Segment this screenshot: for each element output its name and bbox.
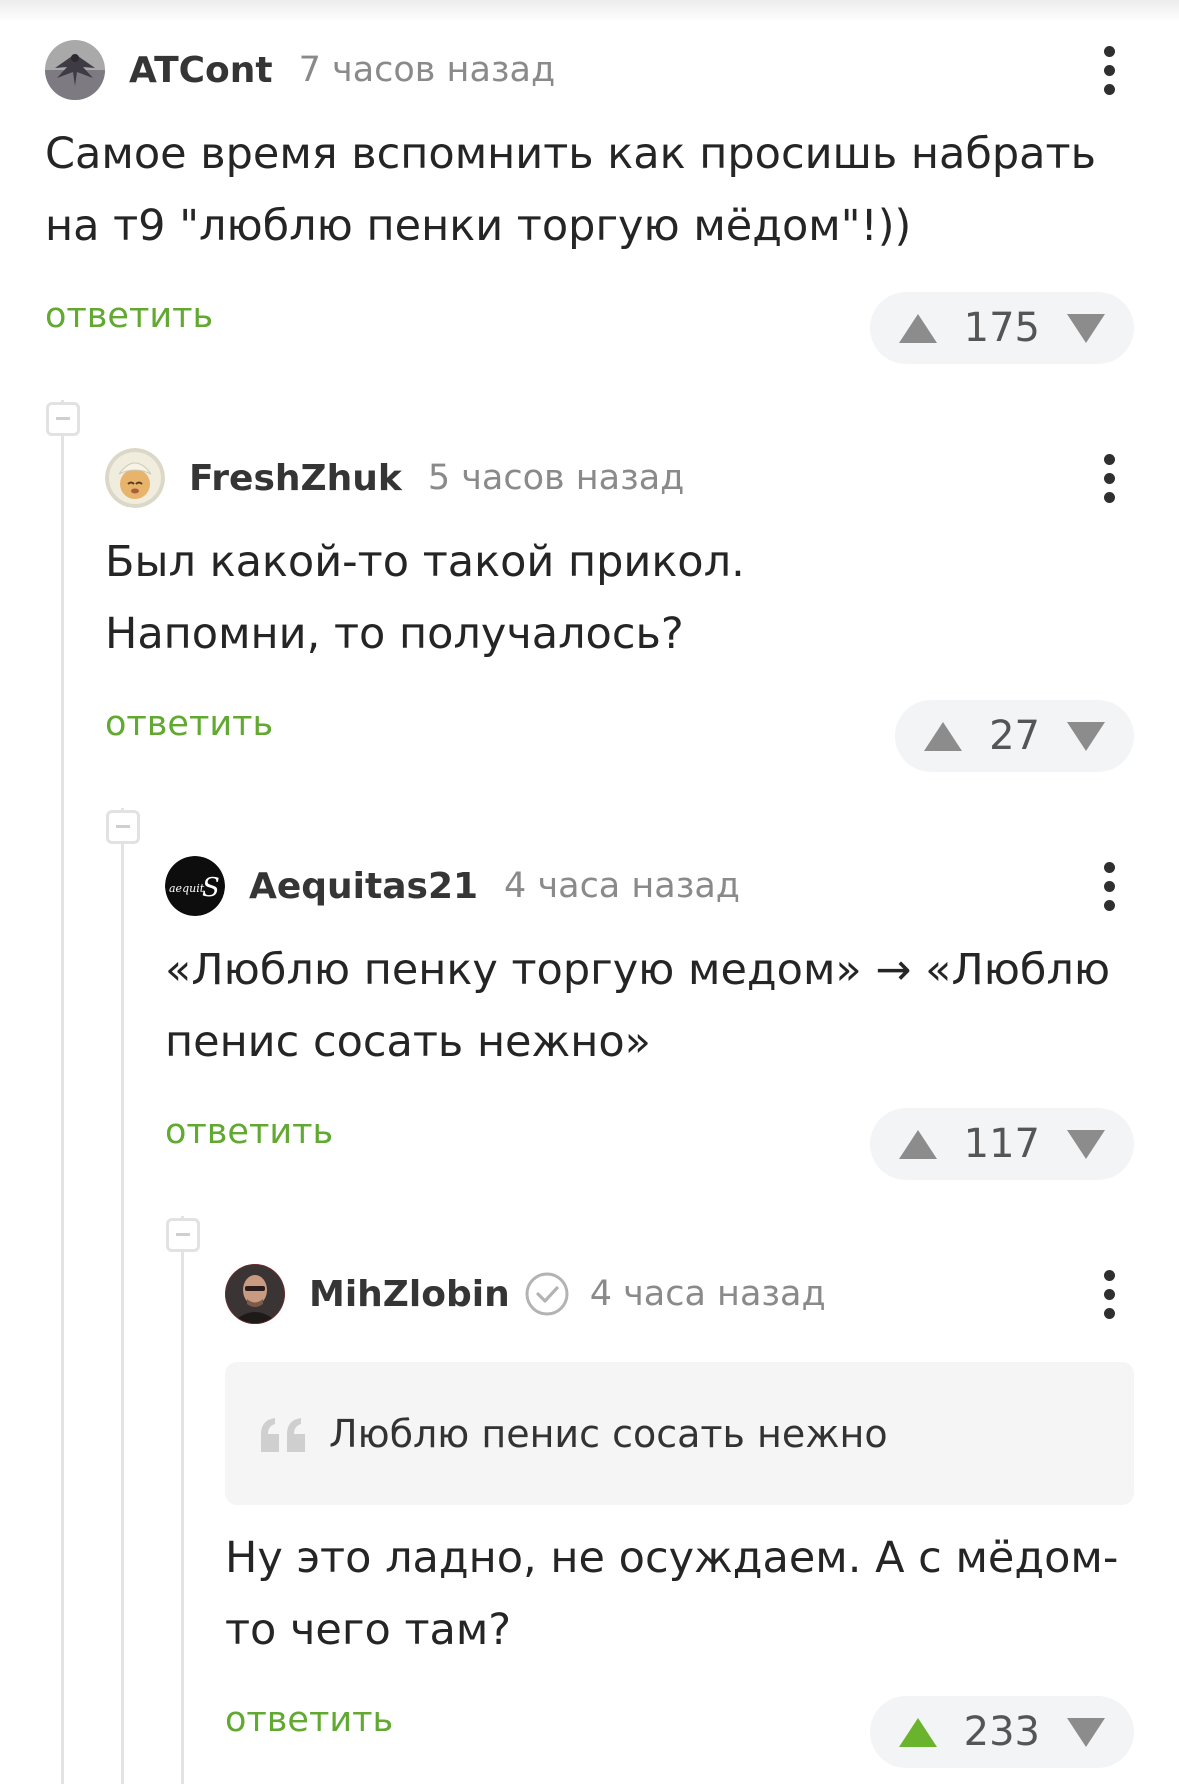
comment-footer: ответить 233 <box>225 1696 1134 1768</box>
timestamp[interactable]: 7 часов назад <box>299 50 556 90</box>
downvote-icon[interactable] <box>1064 1126 1108 1162</box>
comment-header: MihZlobin 4 часа назад <box>225 1263 1134 1325</box>
quoted-text-block: Люблю пенис сосать нежно <box>225 1362 1134 1505</box>
username[interactable]: Aequitas21 <box>249 866 478 907</box>
more-options-icon[interactable] <box>1098 859 1120 913</box>
username[interactable]: ATCont <box>129 50 273 91</box>
rating-score: 27 <box>989 713 1040 759</box>
comment-text: Был какой-то такой прикол. Напомни, то п… <box>105 526 1134 670</box>
upvote-icon[interactable] <box>896 310 940 346</box>
comment-header: FreshZhuk 5 часов назад <box>105 447 1134 509</box>
collapse-thread-button[interactable] <box>46 402 80 436</box>
rating-score: 175 <box>963 305 1040 351</box>
timestamp[interactable]: 4 часа назад <box>504 866 740 906</box>
quote-text: Люблю пенис сосать нежно <box>329 1411 888 1456</box>
aequitas-logo-avatar[interactable]: aequit S <box>165 856 225 916</box>
quote-mark-icon <box>261 1417 305 1452</box>
upvote-icon[interactable] <box>896 1126 940 1162</box>
collapse-thread-button[interactable] <box>106 810 140 844</box>
verified-badge-icon <box>525 1272 569 1316</box>
comment-text: Ну это ладно, не осуждаем. А с мёдом- то… <box>225 1522 1134 1666</box>
comment: FreshZhuk 5 часов назад Был какой-то так… <box>105 447 1134 772</box>
comment-header: ATCont 7 часов назад <box>45 39 1134 101</box>
svg-text:aequit: aequit <box>169 882 205 895</box>
cartoon-face-avatar[interactable] <box>105 448 165 508</box>
comment-text: Самое время вспомнить как просишь набрат… <box>45 118 1134 262</box>
more-options-icon[interactable] <box>1098 451 1120 505</box>
collapse-thread-button[interactable] <box>166 1218 200 1252</box>
comment-line: Напомни, то получалось? <box>105 609 684 659</box>
comment-line: Был какой-то такой прикол. <box>105 537 745 587</box>
timestamp[interactable]: 4 часа назад <box>590 1274 826 1314</box>
username[interactable]: MihZlobin <box>309 1274 510 1315</box>
top-shadow <box>0 0 1179 22</box>
username[interactable]: FreshZhuk <box>189 458 402 499</box>
comment-footer: ответить 27 <box>105 700 1134 772</box>
comment: aequit S Aequitas21 4 часа назад «Люблю … <box>165 855 1134 1180</box>
comment-line: «Люблю пенку торгую медом» → «Люблю <box>165 945 1111 995</box>
comment-line: пенис сосать нежно» <box>165 1017 651 1067</box>
comment: ATCont 7 часов назад Самое время вспомни… <box>45 39 1134 364</box>
downvote-icon[interactable] <box>1064 718 1108 754</box>
rating-score: 117 <box>963 1121 1040 1167</box>
svg-text:S: S <box>202 873 220 903</box>
thread-line <box>121 808 124 1784</box>
man-portrait-avatar[interactable] <box>225 1264 285 1324</box>
reply-button[interactable]: ответить <box>45 296 213 336</box>
comment-line: на т9 "люблю пенки торгую мёдом"!)) <box>45 201 912 251</box>
downvote-icon[interactable] <box>1064 1714 1108 1750</box>
comment-line: Ну это ладно, не осуждаем. А с мёдом- <box>225 1533 1119 1583</box>
comment-footer: ответить 175 <box>45 292 1134 364</box>
comment-footer: ответить 117 <box>165 1108 1134 1180</box>
upvote-icon[interactable] <box>896 1714 940 1750</box>
reply-button[interactable]: ответить <box>225 1700 393 1740</box>
comment-header: aequit S Aequitas21 4 часа назад <box>165 855 1134 917</box>
rating-control: 117 <box>869 1108 1134 1180</box>
comment-line: Самое время вспомнить как просишь набрат… <box>45 129 1096 179</box>
timestamp[interactable]: 5 часов назад <box>428 458 685 498</box>
downvote-icon[interactable] <box>1064 310 1108 346</box>
upvote-icon[interactable] <box>921 718 965 754</box>
reply-button[interactable]: ответить <box>165 1112 333 1152</box>
more-options-icon[interactable] <box>1098 43 1120 97</box>
reply-button[interactable]: ответить <box>105 704 273 744</box>
rating-control: 27 <box>895 700 1134 772</box>
rating-control: 233 <box>869 1696 1134 1768</box>
winged-figure-avatar[interactable] <box>45 40 105 100</box>
more-options-icon[interactable] <box>1098 1267 1120 1321</box>
thread-line <box>61 400 64 1784</box>
rating-control: 175 <box>869 292 1134 364</box>
comment-text: «Люблю пенку торгую медом» → «Люблю пени… <box>165 934 1134 1078</box>
rating-score: 233 <box>963 1709 1040 1755</box>
comment-line: то чего там? <box>225 1605 512 1655</box>
thread-line <box>181 1216 184 1784</box>
comment: MihZlobin 4 часа назад Люблю пенис сосат… <box>225 1263 1134 1768</box>
